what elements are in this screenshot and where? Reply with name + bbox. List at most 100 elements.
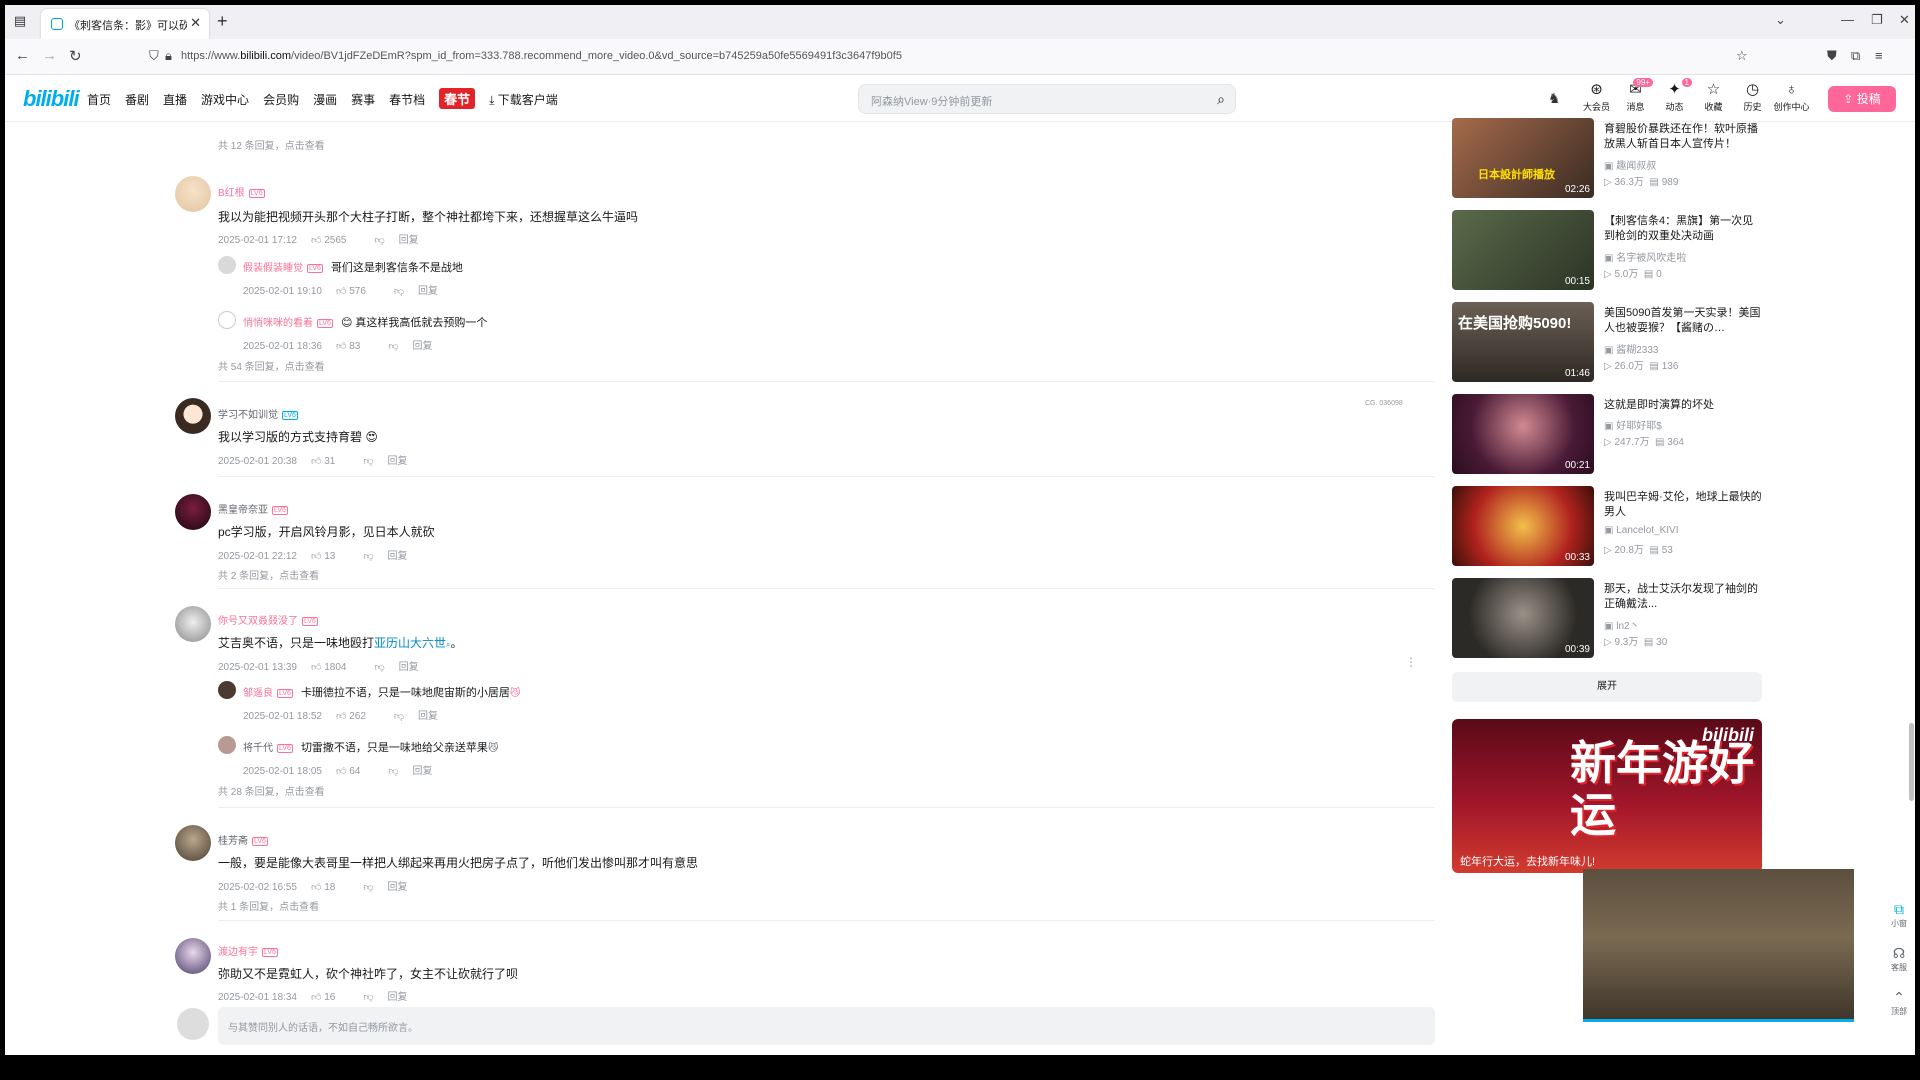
restore-icon[interactable]: ❐ (1871, 12, 1883, 28)
dislike-icon[interactable]: 👎︎ (388, 766, 398, 777)
download-client-link[interactable]: ⤓ 下载客户端 (489, 91, 572, 109)
reload-icon[interactable]: ↻ (69, 47, 82, 65)
reply-button[interactable]: 回复 (399, 235, 419, 246)
video-title[interactable]: 那天，战士艾沃尔发现了袖剑的正确戴法... (1604, 582, 1762, 612)
view-replies-link[interactable]: 共 28 条回复，点击查看 (218, 783, 325, 798)
dislike-icon[interactable]: 👎︎ (363, 882, 373, 893)
browser-tab[interactable]: 《刺客信条：影》可以砍柱子吗 ✕ (41, 9, 209, 39)
comment-username[interactable]: 学习不如训觉 LV6 (218, 406, 298, 421)
like-button[interactable]: 👍︎ 1804 (311, 662, 360, 673)
up-name[interactable]: ▣ ln2丶 (1604, 617, 1640, 632)
avatar[interactable] (175, 398, 211, 434)
nav-live[interactable]: 直播 (163, 91, 187, 109)
dislike-icon[interactable]: 👎︎ (363, 551, 373, 562)
view-replies-link[interactable]: 共 1 条回复，点击查看 (218, 898, 319, 913)
like-button[interactable]: 👍︎ 2565 (311, 235, 360, 246)
recommend-card[interactable]: 日本設計師播放 02:26 育碧股价暴跌还在作！软叶原播放黑人斩首日本人宣传片！ … (1452, 118, 1762, 198)
url-field[interactable]: https://www.bilibili.com/video/BV1jdFZeD… (181, 50, 902, 62)
recommend-card[interactable]: 00:33 我叫巴辛姆·艾伦，地球上最快的男人 ▣ Lancelot_KIVI … (1452, 486, 1762, 566)
bilibili-logo[interactable]: bilibili (23, 86, 80, 112)
comment-username[interactable]: 你号又双叒叕没了 LV6 (218, 612, 318, 627)
mini-player-progress[interactable] (1583, 1019, 1854, 1022)
comment-username[interactable]: 桂芳斋 LV6 (218, 832, 268, 847)
dislike-icon[interactable]: 👎︎ (374, 662, 384, 673)
recommend-card[interactable]: 00:15 【刺客信条4：黑旗】第一次见到枪剑的双重处决动画 ▣ 名字被风吹走啦… (1452, 210, 1762, 290)
shield-icon[interactable]: ⛉ (149, 48, 159, 64)
recommend-card[interactable]: 00:39 那天，战士艾沃尔发现了袖剑的正确戴法... ▣ ln2丶 ▷ 9.3… (1452, 578, 1762, 658)
like-button[interactable]: 👍︎ 83 (336, 341, 374, 352)
reply-username[interactable]: 假装假装睡觉 (243, 263, 303, 274)
video-thumbnail[interactable]: 日本設計師播放 02:26 (1452, 118, 1594, 198)
avatar[interactable] (175, 494, 211, 530)
lucky-cat-icon[interactable]: ♞ (1548, 90, 1561, 107)
expand-button[interactable]: 展开 (1452, 672, 1762, 702)
like-button[interactable]: 👍︎ 31 (311, 456, 349, 467)
avatar[interactable] (218, 311, 236, 329)
reply-button[interactable]: 回复 (412, 341, 432, 352)
reply-button[interactable]: 回复 (412, 766, 432, 777)
video-thumbnail[interactable]: 在美国抢购5090! 01:46 (1452, 302, 1594, 382)
like-button[interactable]: 👍︎ 18 (311, 882, 349, 893)
video-title[interactable]: 这就是即时演算的坏处 (1604, 398, 1762, 413)
view-replies-link[interactable]: 共 2 条回复，点击查看 (218, 567, 319, 582)
recommend-card[interactable]: 00:21 这就是即时演算的坏处 ▣ 好耶好耶$ ▷ 247.7万 ▤ 364 (1452, 394, 1762, 474)
reply-input[interactable]: 与其赞同别人的话语，不如自己畅所欲言。 (218, 1007, 1435, 1045)
comment-username[interactable]: 黑皇帝奈亚 LV6 (218, 501, 288, 516)
like-button[interactable]: 👍︎ 262 (336, 711, 380, 722)
mini-player[interactable] (1583, 869, 1854, 1022)
messages-button[interactable]: ✉ 99+ 消息 (1616, 78, 1655, 113)
dynamics-button[interactable]: ✦ 1 动态 (1655, 78, 1694, 113)
avatar[interactable] (175, 938, 211, 974)
vip-button[interactable]: ⊛ 大会员 (1577, 80, 1616, 113)
video-title[interactable]: 【刺客信条4：黑旗】第一次见到枪剑的双重处决动画 (1604, 214, 1762, 244)
search-icon[interactable]: ⌕ (1217, 91, 1225, 108)
close-tab-icon[interactable]: ✕ (190, 15, 201, 31)
up-name[interactable]: ▣ 趣闻叔叔 (1604, 157, 1656, 172)
tab-list-chevron-icon[interactable]: ⌄ (1775, 12, 1786, 28)
avatar[interactable] (175, 825, 211, 861)
avatar[interactable] (175, 176, 211, 212)
recommend-card[interactable]: 在美国抢购5090! 01:46 美国5090首发第一天实录！美国人也被耍猴？【酱… (1452, 302, 1762, 382)
video-thumbnail[interactable]: 00:15 (1452, 210, 1594, 290)
reply-button[interactable]: 回复 (418, 711, 438, 722)
sidebar-toggle-icon[interactable]: ▤ (11, 13, 29, 31)
reply-button[interactable]: 回复 (387, 551, 407, 562)
scrollbar[interactable] (1908, 123, 1915, 1055)
reply-username[interactable]: 将千代 (243, 743, 273, 754)
forward-icon[interactable]: → (42, 47, 57, 64)
close-window-icon[interactable]: ✕ (1899, 12, 1910, 28)
more-options-icon[interactable]: ⋮ (1405, 655, 1417, 669)
nav-comics[interactable]: 漫画 (313, 91, 337, 109)
up-name[interactable]: ▣ 好耶好耶$ (1604, 417, 1662, 432)
up-name[interactable]: ▣ Lancelot_KIVI (1604, 525, 1679, 536)
dislike-icon[interactable]: 👎︎ (374, 235, 384, 246)
up-name[interactable]: ▣ 酱糊2333 (1604, 341, 1658, 356)
reply-button[interactable]: 回复 (387, 456, 407, 467)
menu-icon[interactable]: ≡ (1875, 48, 1883, 63)
reply-button[interactable]: 回复 (399, 662, 419, 673)
minimize-icon[interactable]: — (1841, 12, 1854, 27)
video-thumbnail[interactable]: 00:21 (1452, 394, 1594, 474)
nav-home[interactable]: 首页 (87, 91, 111, 109)
video-title[interactable]: 育碧股价暴跌还在作！软叶原播放黑人斩首日本人宣传片！ (1604, 122, 1762, 152)
nav-spring-festival[interactable]: 春节档 (389, 91, 425, 109)
comment-username[interactable]: B红根 LV6 (218, 184, 265, 199)
lock-icon[interactable]: 🔒︎ (165, 48, 172, 64)
pocket-icon[interactable]: ⛊ (1827, 48, 1837, 64)
new-year-banner[interactable]: 新年游好运 bilibili 蛇年行大运，去找新年味儿! (1452, 719, 1762, 873)
view-replies-link[interactable]: 共 12 条回复，点击查看 (218, 137, 325, 152)
dislike-icon[interactable]: 👎︎ (394, 286, 404, 297)
avatar[interactable] (218, 681, 236, 699)
view-replies-link[interactable]: 共 54 条回复，点击查看 (218, 358, 325, 373)
video-title[interactable]: 美国5090首发第一天实录！美国人也被耍猴？【酱赌の… (1604, 306, 1762, 336)
search-bar[interactable]: 阿森纳View·9分钟前更新 ⌕ (858, 84, 1236, 114)
nav-member-shop[interactable]: 会员购 (263, 91, 299, 109)
back-icon[interactable]: ← (15, 47, 30, 64)
avatar[interactable] (175, 606, 211, 642)
nav-anime[interactable]: 番剧 (125, 91, 149, 109)
reply-button[interactable]: 回复 (387, 882, 407, 893)
nav-esports[interactable]: 赛事 (351, 91, 375, 109)
scrollbar-thumb[interactable] (1909, 723, 1914, 801)
new-tab-icon[interactable]: + (217, 11, 228, 32)
avatar[interactable] (218, 256, 236, 274)
